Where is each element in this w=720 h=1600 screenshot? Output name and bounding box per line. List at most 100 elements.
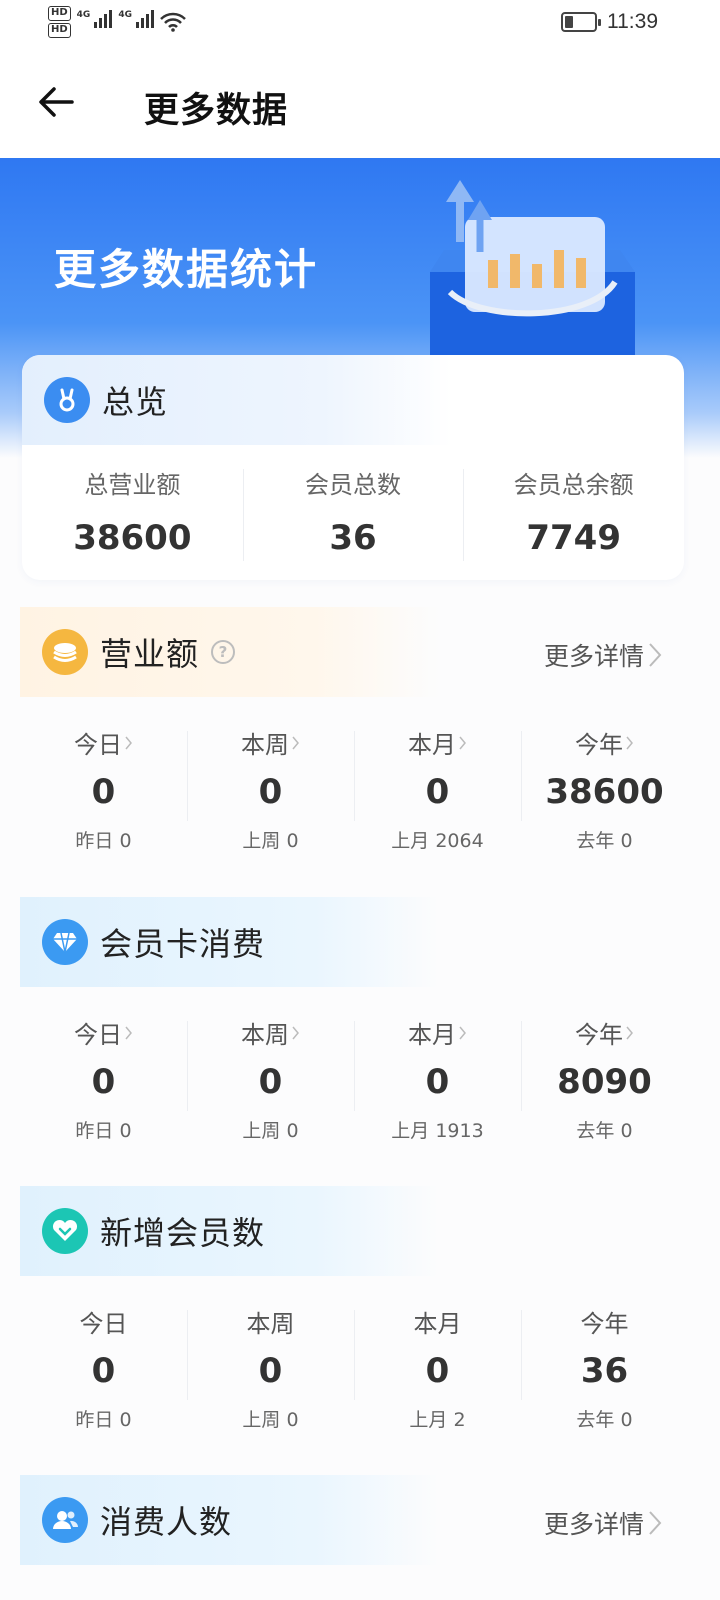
- revenue-year-cell[interactable]: 今年 38600 去年 0: [521, 725, 688, 853]
- chevron-right-icon: [649, 643, 662, 667]
- period-label: 今日: [74, 1021, 122, 1049]
- period-compare: 昨日 0: [75, 830, 132, 852]
- new-members-header: 新增会员数: [20, 1186, 440, 1276]
- stat-label: 总营业额: [84, 471, 181, 499]
- overview-stats: 总营业额 38600 会员总数 36 会员总余额 7749: [22, 465, 684, 561]
- users-icon: [42, 1497, 88, 1543]
- period-compare: 上月 2064: [391, 830, 484, 852]
- members-today-cell: 今日 0 昨日 0: [20, 1304, 187, 1432]
- banner-title: 更多数据统计: [54, 245, 319, 294]
- status-left: HD HD 4G 4G: [48, 6, 186, 38]
- card-week-cell[interactable]: 本周 0 上周 0: [187, 1015, 354, 1143]
- card-consumption-section: 会员卡消费 今日 0 昨日 0 本周 0 上周 0 本月 0 上月 1913 今…: [0, 897, 720, 1157]
- overview-card: 总览 总营业额 38600 会员总数 36 会员总余额 7749: [22, 355, 684, 580]
- chevron-right-icon: [292, 736, 299, 749]
- consumers-section: 消费人数 更多详情: [0, 1475, 720, 1600]
- period-label: 今年: [575, 731, 623, 759]
- hd-badge-2: HD: [48, 23, 71, 38]
- coin-stack-icon: [42, 629, 88, 675]
- help-icon[interactable]: ?: [211, 640, 236, 664]
- stat-total-revenue: 总营业额 38600: [22, 465, 243, 558]
- period-label: 本月: [413, 1310, 462, 1338]
- members-week-cell: 本周 0 上周 0: [187, 1304, 354, 1432]
- consumers-more-details-link[interactable]: 更多详情: [544, 1505, 662, 1541]
- stat-total-members: 会员总数 36: [242, 465, 464, 561]
- card-consumption-header: 会员卡消费: [20, 897, 440, 987]
- period-value: 0: [258, 772, 283, 812]
- revenue-title: 营业额: [100, 635, 200, 673]
- chevron-right-icon: [459, 1026, 466, 1039]
- hd-badge-1: HD: [48, 6, 71, 21]
- chevron-right-icon: [125, 736, 132, 749]
- stat-value: 7749: [526, 518, 621, 558]
- signal-icon-2: 4G: [118, 10, 154, 28]
- period-value: 8090: [557, 1062, 652, 1102]
- period-compare: 昨日 0: [75, 1120, 132, 1142]
- status-bar: HD HD 4G 4G 11:39: [0, 0, 720, 50]
- chevron-right-icon: [292, 1026, 299, 1039]
- period-value: 0: [425, 772, 450, 812]
- revenue-section: 营业额 ? 更多详情 今日 0 昨日 0 本周 0 上周 0 本月 0 上月 2…: [0, 607, 720, 867]
- period-compare: 去年 0: [576, 830, 633, 852]
- stat-value: 36: [329, 518, 377, 558]
- status-right: 11:39: [561, 10, 658, 34]
- chevron-right-icon: [459, 736, 466, 749]
- period-label: 本周: [246, 1310, 295, 1338]
- period-label: 今年: [580, 1310, 629, 1338]
- card-consumption-grid: 今日 0 昨日 0 本周 0 上周 0 本月 0 上月 1913 今年 8090…: [20, 1015, 688, 1143]
- card-year-cell[interactable]: 今年 8090 去年 0: [521, 1015, 688, 1143]
- revenue-header: 营业额 ?: [20, 607, 440, 697]
- rabbit-badge-icon: [44, 377, 90, 423]
- consumers-title: 消费人数: [100, 1503, 233, 1541]
- period-label: 本月: [408, 1021, 456, 1049]
- page-title: 更多数据: [144, 91, 289, 131]
- revenue-more-details-link[interactable]: 更多详情: [544, 637, 662, 673]
- chevron-right-icon: [626, 736, 633, 749]
- stat-member-balance: 会员总余额 7749: [463, 465, 684, 561]
- period-compare: 上周 0: [242, 1120, 299, 1142]
- period-compare: 上月 2: [409, 1409, 466, 1431]
- chevron-right-icon: [125, 1026, 132, 1039]
- revenue-grid: 今日 0 昨日 0 本周 0 上周 0 本月 0 上月 2064 今年 3860…: [20, 725, 688, 853]
- period-label: 今年: [575, 1021, 623, 1049]
- wifi-icon: [160, 12, 186, 32]
- card-month-cell[interactable]: 本月 0 上月 1913: [354, 1015, 521, 1143]
- period-compare: 昨日 0: [75, 1409, 132, 1431]
- app-header: 更多数据: [0, 50, 720, 158]
- period-value: 0: [91, 1062, 116, 1102]
- data-chart-illustration: [430, 180, 635, 362]
- new-members-section: 新增会员数 今日 0 昨日 0 本周 0 上周 0 本月 0 上月 2 今年 3…: [0, 1186, 720, 1446]
- period-label: 今日: [79, 1310, 128, 1338]
- signal-icon-1: 4G: [77, 10, 113, 28]
- members-month-cell: 本月 0 上月 2: [354, 1304, 521, 1432]
- period-compare: 上周 0: [242, 830, 299, 852]
- chevron-right-icon: [649, 1511, 662, 1535]
- period-value: 36: [580, 1351, 629, 1391]
- heart-chevron-icon: [42, 1208, 88, 1254]
- period-compare: 去年 0: [576, 1409, 633, 1431]
- back-button[interactable]: [34, 80, 78, 124]
- period-value: 0: [425, 1351, 450, 1391]
- consumers-header: 消费人数: [20, 1475, 440, 1565]
- revenue-month-cell[interactable]: 本月 0 上月 2064: [354, 725, 521, 853]
- period-label: 本周: [241, 731, 289, 759]
- period-value: 0: [258, 1062, 283, 1102]
- period-label: 本月: [408, 731, 456, 759]
- members-year-cell: 今年 36 去年 0: [521, 1304, 688, 1432]
- period-value: 0: [91, 1351, 116, 1391]
- arrow-left-icon: [39, 87, 74, 117]
- new-members-title: 新增会员数: [100, 1214, 266, 1252]
- overview-header: 总览: [22, 355, 452, 445]
- clock: 11:39: [607, 10, 658, 33]
- revenue-week-cell[interactable]: 本周 0 上周 0: [187, 725, 354, 853]
- revenue-today-cell[interactable]: 今日 0 昨日 0: [20, 725, 187, 853]
- stat-value: 38600: [73, 518, 192, 558]
- period-label: 今日: [74, 731, 122, 759]
- period-value: 0: [425, 1062, 450, 1102]
- period-label: 本周: [241, 1021, 289, 1049]
- battery-icon: [561, 12, 601, 32]
- card-today-cell[interactable]: 今日 0 昨日 0: [20, 1015, 187, 1143]
- period-value: 0: [258, 1351, 283, 1391]
- period-compare: 上周 0: [242, 1409, 299, 1431]
- diamond-icon: [42, 919, 88, 965]
